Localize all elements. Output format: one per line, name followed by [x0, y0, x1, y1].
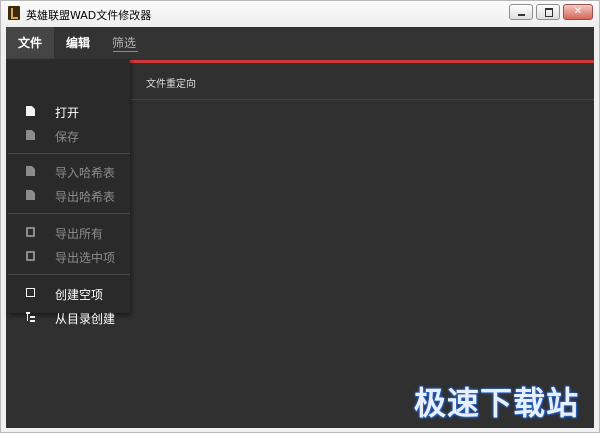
app-window: 英雄联盟WAD文件修改器 ✕ 文件 编辑 筛选 文件重定向 打开 保存 导入哈希…	[0, 0, 600, 433]
watermark-text: 极速下载站	[413, 384, 579, 422]
menu-item-export-selected[interactable]: 导出选中项	[8, 244, 130, 268]
menu-item-label: 导入哈希表	[55, 166, 116, 180]
filter-underline	[113, 51, 138, 52]
maximize-button[interactable]	[536, 4, 560, 20]
menu-item-label: 导出哈希表	[55, 190, 116, 204]
file-redirect-label: 文件重定向	[146, 79, 196, 90]
menu-item-export-all[interactable]: 导出所有	[8, 220, 130, 244]
menu-separator	[8, 213, 130, 214]
minimize-icon	[518, 14, 525, 16]
menu-item-label: 从目录创建	[55, 312, 116, 326]
menu-item-label: 打开	[55, 106, 80, 120]
app-content: 文件 编辑 筛选 文件重定向 打开 保存 导入哈希表 导出哈希表 导出所有 导出…	[6, 27, 594, 428]
export-sheet-icon	[26, 190, 35, 200]
menu-edit[interactable]: 编辑	[57, 27, 99, 59]
import-sheet-icon	[26, 166, 35, 176]
menu-file[interactable]: 文件	[6, 27, 54, 59]
menu-bar: 文件 编辑 筛选	[6, 27, 594, 59]
menu-item-import-hash[interactable]: 导入哈希表	[8, 159, 130, 183]
close-button[interactable]: ✕	[563, 4, 593, 20]
menu-item-label: 创建空项	[55, 288, 104, 302]
tree-icon	[26, 312, 36, 322]
menu-separator	[8, 274, 130, 275]
menu-item-save[interactable]: 保存	[8, 123, 130, 147]
main-header: 文件重定向	[130, 63, 594, 100]
save-file-icon	[26, 130, 35, 140]
menu-item-create-from-dir[interactable]: 从目录创建	[8, 305, 130, 329]
menu-item-export-hash[interactable]: 导出哈希表	[8, 183, 130, 207]
title-bar: 英雄联盟WAD文件修改器 ✕	[1, 1, 599, 27]
app-logo-icon	[8, 6, 20, 20]
minimize-button[interactable]	[509, 4, 533, 20]
empty-square-icon	[26, 288, 35, 297]
menu-item-label: 导出所有	[55, 227, 104, 241]
menu-item-label: 保存	[55, 130, 80, 144]
menu-item-open[interactable]: 打开	[8, 99, 130, 123]
menu-item-label: 导出选中项	[55, 251, 116, 265]
file-dropdown-menu: 打开 保存 导入哈希表 导出哈希表 导出所有 导出选中项 创建空项 从目录创建	[8, 59, 130, 326]
window-controls: ✕	[509, 4, 593, 20]
export-selected-icon	[26, 251, 35, 261]
file-icon	[26, 106, 35, 116]
window-title: 英雄联盟WAD文件修改器	[26, 9, 152, 22]
maximize-icon	[545, 8, 553, 17]
close-icon: ✕	[573, 6, 583, 17]
menu-filter[interactable]: 筛选	[109, 27, 139, 59]
export-all-icon	[26, 227, 35, 237]
menu-item-create-empty[interactable]: 创建空项	[8, 281, 130, 305]
menu-separator	[8, 153, 130, 154]
